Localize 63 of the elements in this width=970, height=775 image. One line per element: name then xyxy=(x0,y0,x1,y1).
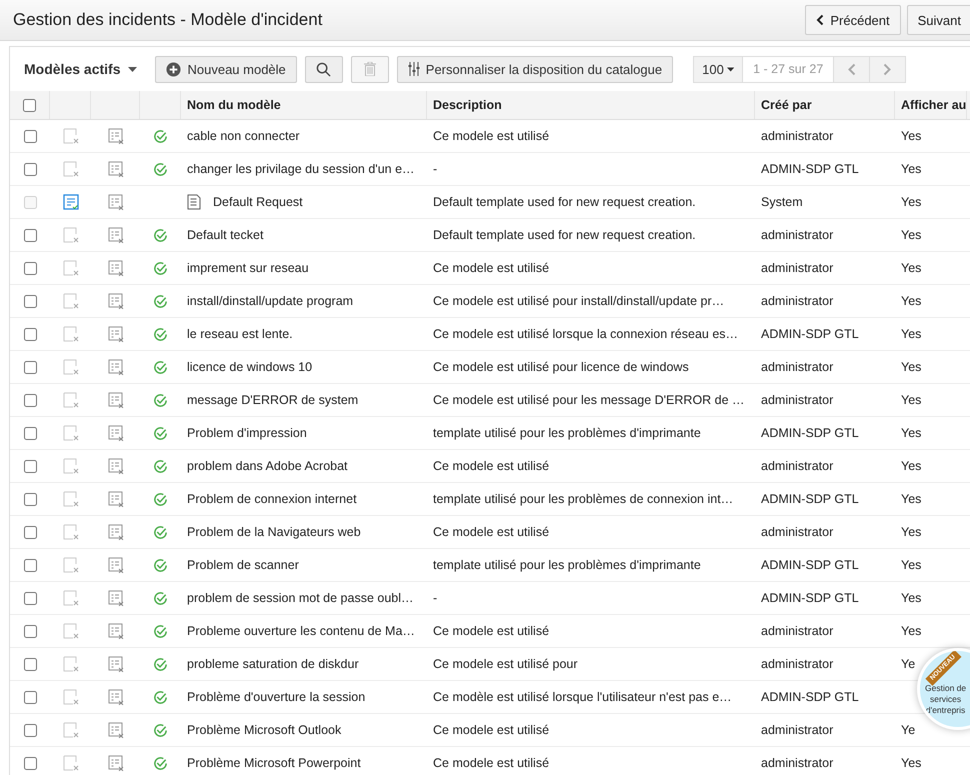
description-cell: Ce modele est utilisé xyxy=(433,624,550,638)
description-cell: Ce modele est utilisé xyxy=(433,723,550,737)
creator-cell: administrator xyxy=(761,294,834,308)
show-cell: Yes xyxy=(901,228,922,242)
show-cell: Yes xyxy=(901,525,922,539)
show-cell: Yes xyxy=(901,492,922,506)
show-cell: Yes xyxy=(901,756,922,770)
description-cell: Ce modele est utilisé xyxy=(433,261,550,275)
description-cell: - xyxy=(433,591,438,605)
creator-cell: ADMIN-SDP GTL xyxy=(761,327,859,341)
creator-cell: administrator xyxy=(761,525,834,539)
window-title: Gestion des incidents - Modèle d'incident xyxy=(13,10,322,30)
show-cell: Yes xyxy=(901,294,922,308)
description-cell: template utilisé pour les problèmes d'imprimante xyxy=(433,426,701,440)
creator-cell: administrator xyxy=(761,129,834,143)
badge-text: Gestion de xyxy=(925,683,966,694)
show-cell: Yes xyxy=(901,591,922,605)
creator-cell: administrator xyxy=(761,756,834,770)
show-cell: Yes xyxy=(901,393,922,407)
creator-cell: ADMIN-SDP GTL xyxy=(761,690,859,704)
show-cell: Yes xyxy=(901,195,922,209)
creator-cell: ADMIN-SDP GTL xyxy=(761,426,859,440)
description-cell: Default template used for new request creation. xyxy=(433,195,696,209)
show-cell: Yes xyxy=(901,426,922,440)
description-cell: - xyxy=(433,162,438,176)
description-cell: Ce modele est utilisé xyxy=(433,756,550,770)
description-cell: template utilisé pour les problèmes de connexion int… xyxy=(433,492,734,506)
creator-cell: administrator xyxy=(761,657,834,671)
creator-cell: ADMIN-SDP GTL xyxy=(761,162,859,176)
description-cell: Ce modele est utilisé pour licence de windows xyxy=(433,360,689,374)
show-cell: Yes xyxy=(901,162,922,176)
creator-cell: System xyxy=(761,195,803,209)
show-cell: Ye xyxy=(901,657,916,671)
description-cell: Ce modele est utilisé pour xyxy=(433,657,578,671)
show-cell: Yes xyxy=(901,459,922,473)
creator-cell: administrator xyxy=(761,261,834,275)
description-cell: Ce modele est utilisé xyxy=(433,129,550,143)
creator-cell: administrator xyxy=(761,360,834,374)
creator-cell: administrator xyxy=(761,723,834,737)
show-cell: Ye xyxy=(901,723,916,737)
creator-cell: administrator xyxy=(761,393,834,407)
description-cell: Default template used for new request creation. xyxy=(433,228,696,242)
creator-cell: administrator xyxy=(761,228,834,242)
creator-cell: administrator xyxy=(761,624,834,638)
creator-cell: ADMIN-SDP GTL xyxy=(761,558,859,572)
badge-text: services xyxy=(930,694,962,705)
description-cell: Ce modele est utilisé lorsque la connexion réseau es… xyxy=(433,327,738,341)
creator-cell: ADMIN-SDP GTL xyxy=(761,492,859,506)
show-cell: Yes xyxy=(901,129,922,143)
show-cell: Yes xyxy=(901,327,922,341)
badge-text: d'entrepris xyxy=(926,705,966,716)
description-cell: template utilisé pour les problèmes d'imprimante xyxy=(433,558,701,572)
show-cell: Yes xyxy=(901,558,922,572)
description-cell: Ce modele est utilisé pour les message D'ERROR de … xyxy=(433,393,745,407)
show-cell: Yes xyxy=(901,261,922,275)
show-cell: Yes xyxy=(901,360,922,374)
description-cell: Ce modele est utilisé xyxy=(433,525,550,539)
description-cell: Ce modèle est utilisé lorsque l'utilisateur n'est pas e… xyxy=(433,690,732,704)
description-cell: Ce modele est utilisé pour install/dinstall/update pr… xyxy=(433,294,724,308)
show-cell: Yes xyxy=(901,624,922,638)
creator-cell: ADMIN-SDP GTL xyxy=(761,591,859,605)
description-cell: Ce modele est utilisé xyxy=(433,459,550,473)
creator-cell: administrator xyxy=(761,459,834,473)
